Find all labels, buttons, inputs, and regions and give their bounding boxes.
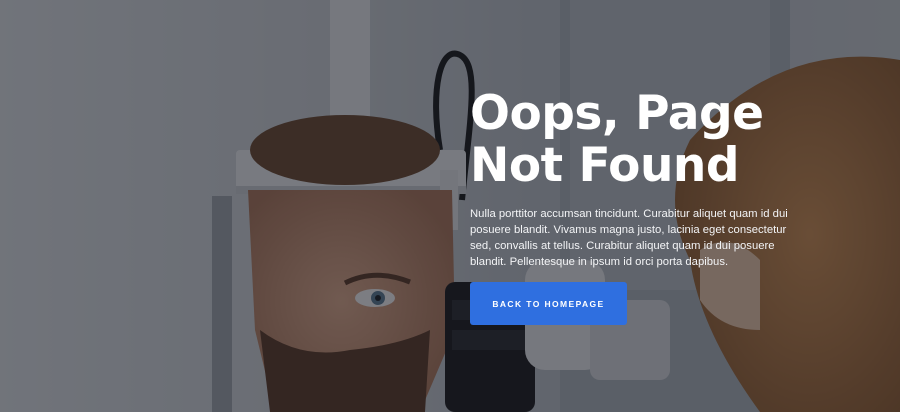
page-title-line-2: Not Found (470, 138, 740, 193)
page-title-line-1: Oops, Page (470, 86, 764, 141)
hero-section: Oops, Page Not Found Nulla porttitor acc… (0, 0, 900, 412)
back-to-homepage-button[interactable]: BACK TO HOMEPAGE (470, 282, 627, 325)
error-content: Oops, Page Not Found Nulla porttitor acc… (470, 88, 815, 325)
error-description: Nulla porttitor accumsan tincidunt. Cura… (470, 208, 788, 268)
page-title: Oops, Page Not Found (470, 88, 815, 192)
